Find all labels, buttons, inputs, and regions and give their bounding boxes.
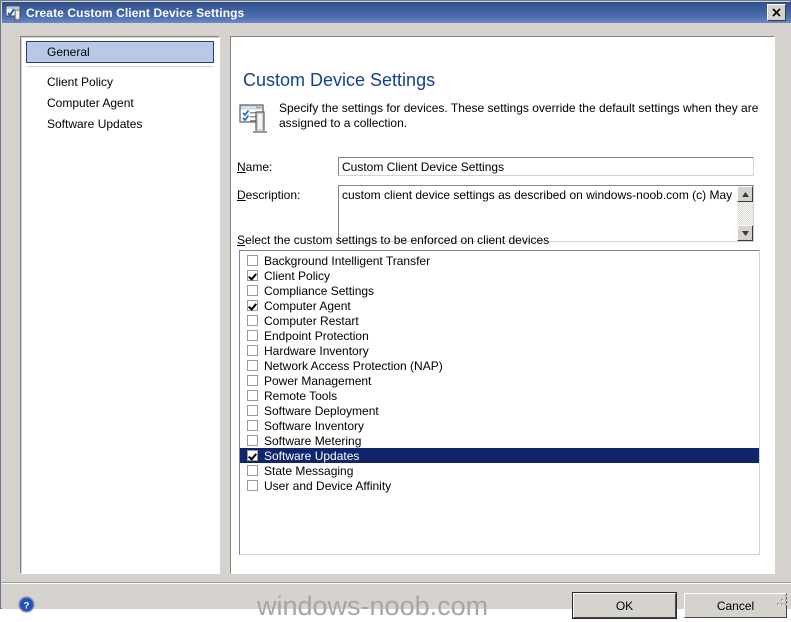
list-item-label: State Messaging <box>264 463 354 478</box>
sidebar-item-label: Computer Agent <box>47 95 134 110</box>
intro-text: Specify the settings for devices. These … <box>279 101 759 130</box>
list-item-label: Hardware Inventory <box>264 343 369 358</box>
page-title: Custom Device Settings <box>243 70 436 90</box>
chevron-up-icon <box>741 191 749 197</box>
checkbox[interactable] <box>247 330 258 341</box>
list-item[interactable]: Software Deployment <box>240 403 759 418</box>
checkbox[interactable] <box>247 270 258 281</box>
window-title: Create Custom Client Device Settings <box>26 5 245 20</box>
list-item-label: Power Management <box>264 373 372 388</box>
list-item-label: Endpoint Protection <box>264 328 369 343</box>
monitor-checklist-icon <box>239 104 267 133</box>
dialog-window: Create Custom Client Device Settings Gen… <box>0 0 791 621</box>
list-item[interactable]: Compliance Settings <box>240 283 759 298</box>
list-item[interactable]: Power Management <box>240 373 759 388</box>
list-item-label: Compliance Settings <box>264 283 375 298</box>
cancel-button[interactable]: Cancel <box>684 593 787 618</box>
list-item[interactable]: State Messaging <box>240 463 759 478</box>
list-item-label: Software Updates <box>264 448 360 463</box>
description-value: custom client device settings as describ… <box>342 188 735 202</box>
checkbox[interactable] <box>247 285 258 296</box>
svg-text:?: ? <box>24 600 30 611</box>
sidebar-item-computer-agent[interactable]: Computer Agent <box>26 92 214 113</box>
sidebar-item-software-updates[interactable]: Software Updates <box>26 113 214 134</box>
watermark: windows-noob.com <box>257 591 489 621</box>
list-item[interactable]: Hardware Inventory <box>240 343 759 358</box>
checkbox[interactable] <box>247 390 258 401</box>
scroll-down-button[interactable] <box>737 225 753 241</box>
checkbox[interactable] <box>247 375 258 386</box>
footer-divider-highlight <box>2 583 791 584</box>
title-bar: Create Custom Client Device Settings <box>2 2 791 23</box>
name-label: Name: <box>237 160 273 174</box>
checkbox[interactable] <box>247 435 258 446</box>
list-item[interactable]: Endpoint Protection <box>240 328 759 343</box>
close-button[interactable] <box>767 4 786 21</box>
description-scrollbar[interactable] <box>737 186 753 241</box>
list-item[interactable]: Software Updates <box>240 448 759 463</box>
sidebar-item-label: Client Policy <box>47 74 114 89</box>
resize-grip[interactable] <box>776 594 789 607</box>
checkbox[interactable] <box>247 360 258 371</box>
list-item[interactable]: Software Metering <box>240 433 759 448</box>
list-item-label: Software Inventory <box>264 418 365 433</box>
list-item-label: Software Metering <box>264 433 362 448</box>
dialog-body: General Client Policy Computer Agent Sof… <box>2 23 791 621</box>
checkbox[interactable] <box>247 405 258 416</box>
list-item-label: Remote Tools <box>264 388 338 403</box>
list-item[interactable]: User and Device Affinity <box>240 478 759 493</box>
intro-block: Specify the settings for devices. These … <box>239 101 761 134</box>
list-item[interactable]: Software Inventory <box>240 418 759 433</box>
list-item-label: Software Deployment <box>264 403 379 418</box>
list-item-label: Computer Restart <box>264 313 359 328</box>
list-item[interactable]: Background Intelligent Transfer <box>240 253 759 268</box>
main-panel: Custom Device Settings Specify the setti… <box>230 36 775 574</box>
list-item[interactable]: Remote Tools <box>240 388 759 403</box>
list-item[interactable]: Network Access Protection (NAP) <box>240 358 759 373</box>
sidebar-item-label: General <box>47 45 90 59</box>
checkbox[interactable] <box>247 345 258 356</box>
sidebar-item-label: Software Updates <box>47 116 143 131</box>
list-item-label: Computer Agent <box>264 298 351 313</box>
list-item[interactable]: Computer Agent <box>240 298 759 313</box>
sidebar-item-general[interactable]: General <box>26 41 214 63</box>
name-input[interactable] <box>338 157 754 176</box>
checkbox[interactable] <box>247 255 258 266</box>
list-item[interactable]: Computer Restart <box>240 313 759 328</box>
checkbox[interactable] <box>247 420 258 431</box>
chevron-down-icon <box>741 230 749 236</box>
ok-button[interactable]: OK <box>573 593 676 618</box>
sidebar-divider <box>27 66 213 67</box>
checkbox[interactable] <box>247 315 258 326</box>
sidebar-item-client-policy[interactable]: Client Policy <box>26 71 214 92</box>
ok-button-label: OK <box>615 598 634 613</box>
checkbox[interactable] <box>247 480 258 491</box>
checkbox[interactable] <box>247 465 258 476</box>
select-settings-label: Select the custom settings to be enforce… <box>237 233 550 247</box>
help-icon[interactable]: ? <box>18 596 35 613</box>
list-item[interactable]: Client Policy <box>240 268 759 283</box>
sidebar: General Client Policy Computer Agent Sof… <box>20 36 220 574</box>
list-item-label: User and Device Affinity <box>264 478 392 493</box>
description-label: Description: <box>237 188 301 202</box>
device-settings-icon <box>6 5 21 20</box>
scroll-up-button[interactable] <box>737 186 753 202</box>
name-row: Name: <box>237 157 754 176</box>
checkbox[interactable] <box>247 300 258 311</box>
cancel-button-label: Cancel <box>716 598 755 613</box>
list-item-label: Background Intelligent Transfer <box>264 253 431 268</box>
settings-listbox[interactable]: Background Intelligent Transfer Client P… <box>239 250 760 555</box>
list-item-label: Network Access Protection (NAP) <box>264 358 443 373</box>
list-item-label: Client Policy <box>264 268 331 283</box>
close-icon <box>772 8 781 17</box>
checkbox[interactable] <box>247 450 258 461</box>
